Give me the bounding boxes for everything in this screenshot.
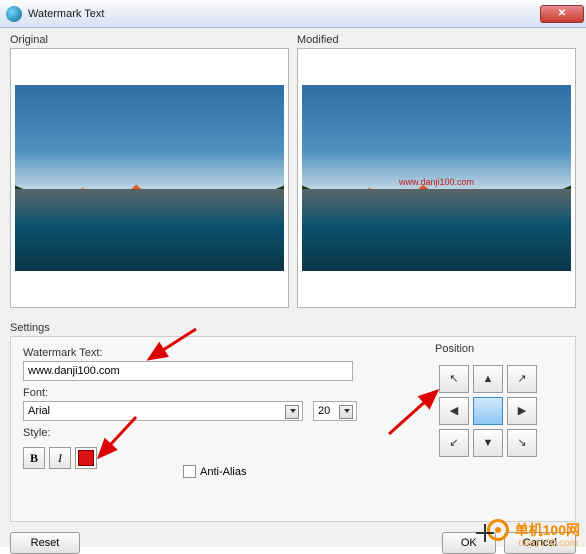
position-top[interactable]: ▲: [473, 365, 503, 393]
title-bar: Watermark Text ✕: [0, 0, 586, 28]
font-size-value: 20: [318, 405, 330, 417]
italic-button[interactable]: I: [49, 447, 71, 469]
arrow-nw-icon: ↖: [449, 374, 458, 385]
original-image: [15, 85, 284, 271]
bold-button[interactable]: B: [23, 447, 45, 469]
preview-modified: Modified www.danji100.com: [297, 34, 576, 308]
close-icon: ✕: [558, 8, 566, 19]
modified-label: Modified: [297, 34, 576, 46]
settings-group: Watermark Text: Font: Arial 20 Style: B …: [10, 336, 576, 522]
antialias-row: Anti-Alias: [183, 465, 246, 478]
position-center[interactable]: [473, 397, 503, 425]
font-name-select[interactable]: Arial: [23, 401, 303, 421]
position-top-left[interactable]: ↖: [439, 365, 469, 393]
button-row: Reset OK Cancel: [10, 532, 576, 554]
position-group: Position ↖ ▲ ↗ ◀ ▶ ↙ ▼ ↘: [435, 343, 563, 463]
position-bottom-left[interactable]: ↙: [439, 429, 469, 457]
client-area: Original Modified www.danji100.com: [0, 28, 586, 547]
modified-image: www.danji100.com: [302, 85, 571, 271]
original-label: Original: [10, 34, 289, 46]
antialias-label: Anti-Alias: [200, 466, 246, 478]
modified-frame: www.danji100.com: [297, 48, 576, 308]
color-swatch: [78, 450, 94, 466]
watermark-text-input[interactable]: [23, 361, 353, 381]
watermark-preview-text: www.danji100.com: [399, 177, 474, 187]
antialias-checkbox[interactable]: [183, 465, 196, 478]
arrow-ne-icon: ↗: [517, 374, 526, 385]
position-label: Position: [435, 343, 563, 355]
ok-button[interactable]: OK: [442, 532, 496, 554]
settings-label: Settings: [10, 322, 576, 334]
position-top-right[interactable]: ↗: [507, 365, 537, 393]
position-left[interactable]: ◀: [439, 397, 469, 425]
chevron-down-icon: [290, 409, 296, 413]
close-button[interactable]: ✕: [540, 5, 584, 23]
preview-original: Original: [10, 34, 289, 308]
font-label: Font:: [23, 387, 303, 399]
preview-row: Original Modified www.danji100.com: [10, 34, 576, 308]
window-title: Watermark Text: [28, 8, 540, 20]
reset-button[interactable]: Reset: [10, 532, 80, 554]
font-size-select[interactable]: 20: [313, 401, 357, 421]
position-bottom-right[interactable]: ↘: [507, 429, 537, 457]
arrow-se-icon: ↘: [517, 438, 526, 449]
arrow-n-icon: ▲: [483, 374, 494, 385]
arrow-w-icon: ◀: [450, 406, 458, 417]
font-name-value: Arial: [28, 405, 50, 417]
arrow-e-icon: ▶: [518, 406, 526, 417]
original-frame: [10, 48, 289, 308]
position-right[interactable]: ▶: [507, 397, 537, 425]
brand-url: danji100.com: [519, 538, 578, 549]
app-icon: [6, 6, 22, 22]
arrow-s-icon: ▼: [483, 438, 494, 449]
position-bottom[interactable]: ▼: [473, 429, 503, 457]
color-button[interactable]: [75, 447, 97, 469]
arrow-sw-icon: ↙: [449, 438, 458, 449]
chevron-down-icon: [344, 409, 350, 413]
